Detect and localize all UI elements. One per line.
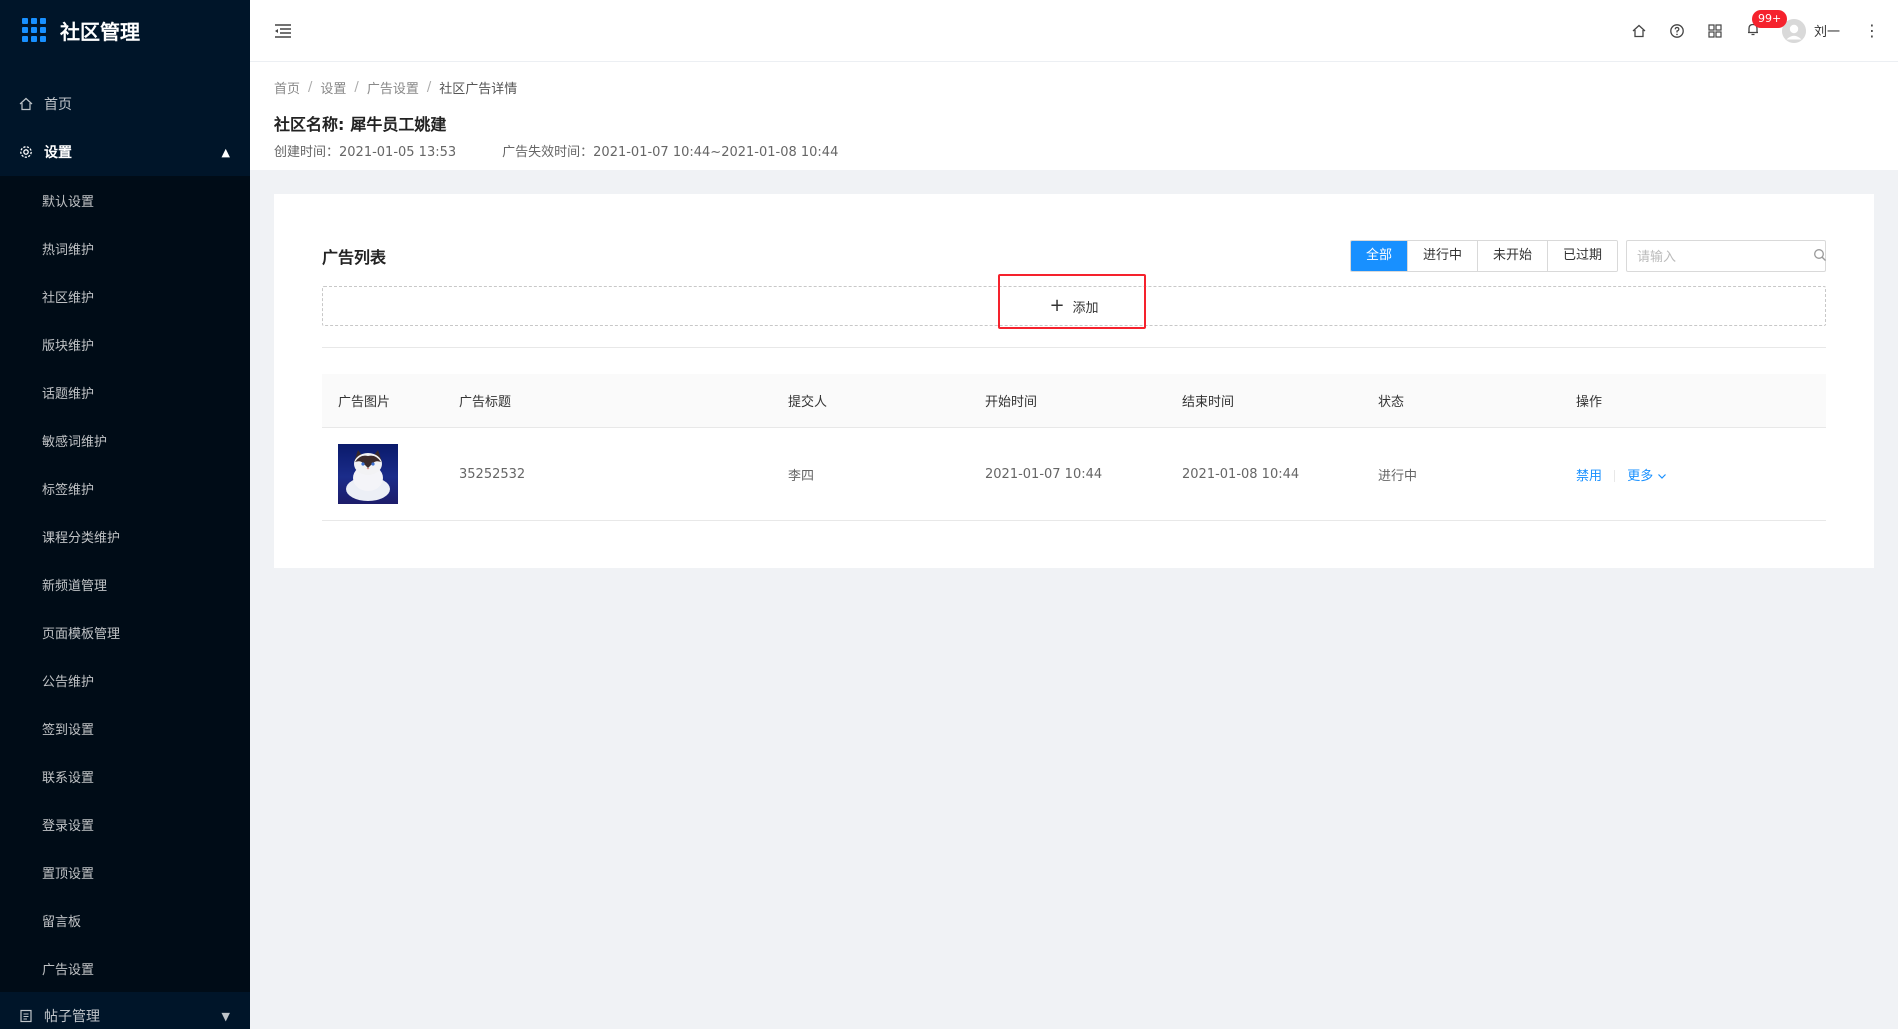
- expire-time: 广告失效时间：2021-01-07 10:44~2021-01-08 10:44: [502, 145, 839, 160]
- sidebar-subitem-board[interactable]: 版块维护: [0, 320, 250, 368]
- status-cell: 进行中: [1378, 468, 1418, 484]
- end-time-cell: 2021-01-08 10:44: [1182, 466, 1300, 482]
- ad-image-cell: [322, 444, 443, 504]
- submitter-cell: 李四: [788, 468, 815, 484]
- sidebar-item-settings[interactable]: 设置 ▲: [0, 128, 250, 176]
- column-header-submitter: 提交人: [788, 395, 828, 410]
- sidebar-subitem-login[interactable]: 登录设置: [0, 800, 250, 848]
- sidebar-subitem-community[interactable]: 社区维护: [0, 272, 250, 320]
- table-row: 35252532 李四 2021-01-07 10:44 2021-01-08 …: [322, 428, 1826, 521]
- sidebar-item-posts[interactable]: 帖子管理 ▼: [0, 992, 250, 1029]
- ad-list-card: 广告列表 全部 进行中 未开始 已过期 + 添加 广告图片 广告标题 提交人: [274, 194, 1874, 568]
- breadcrumb-separator: /: [354, 80, 359, 95]
- card-title: 广告列表: [322, 248, 387, 267]
- logo[interactable]: 社区管理: [0, 0, 250, 60]
- sidebar-subitem-contact[interactable]: 联系设置: [0, 752, 250, 800]
- breadcrumb: 首页 / 设置 / 广告设置 / 社区广告详情: [274, 78, 1874, 97]
- filter-in-progress[interactable]: 进行中: [1406, 241, 1477, 271]
- actions-cell: 禁用 更多: [1560, 465, 1826, 484]
- home-icon: [18, 96, 34, 112]
- column-header-end: 结束时间: [1182, 395, 1235, 410]
- filters: 全部 进行中 未开始 已过期: [1349, 240, 1826, 272]
- breadcrumb-ad-settings[interactable]: 广告设置: [367, 78, 419, 97]
- home-icon[interactable]: [1620, 12, 1658, 50]
- page-title-label: 社区名称:: [274, 115, 345, 134]
- page-title-value: 犀牛员工姚建: [350, 115, 447, 134]
- cat-image: [346, 450, 390, 501]
- more-vertical-icon[interactable]: ⋮: [1860, 21, 1884, 40]
- column-header-start: 开始时间: [985, 395, 1038, 410]
- filter-not-started[interactable]: 未开始: [1476, 241, 1547, 271]
- breadcrumb-current: 社区广告详情: [439, 82, 518, 97]
- column-header-image: 广告图片: [338, 395, 391, 410]
- page-title: 社区名称: 犀牛员工姚建: [274, 111, 1874, 135]
- sidebar-item-label: 帖子管理: [44, 1009, 100, 1025]
- ad-thumbnail[interactable]: [338, 444, 398, 504]
- created-time: 创建时间：2021-01-05 13:53: [274, 145, 457, 160]
- column-header-status: 状态: [1378, 395, 1405, 410]
- search-icon[interactable]: [1813, 247, 1827, 266]
- sidebar: 社区管理 首页 设置 ▲ 默认设置 热词维护 社区维护 版块维护 话题维护 敏感…: [0, 0, 250, 1029]
- apps-icon[interactable]: [1696, 12, 1734, 50]
- sidebar-subitem-announcement[interactable]: 公告维护: [0, 656, 250, 704]
- more-dropdown[interactable]: 更多: [1627, 469, 1667, 484]
- sidebar-subitem-topic[interactable]: 话题维护: [0, 368, 250, 416]
- sidebar-subitem-ad-settings[interactable]: 广告设置: [0, 944, 250, 992]
- divider: [322, 347, 1826, 348]
- user-name: 刘一: [1813, 25, 1840, 40]
- breadcrumb-separator: /: [308, 80, 313, 95]
- more-link-label: 更多: [1627, 468, 1654, 484]
- sidebar-subitem-course-category[interactable]: 课程分类维护: [0, 512, 250, 560]
- sidebar-subitem-sensitive-words[interactable]: 敏感词维护: [0, 416, 250, 464]
- gear-icon: [18, 144, 34, 160]
- notification-bell[interactable]: 99+: [1734, 9, 1788, 50]
- breadcrumb-separator: /: [426, 80, 432, 95]
- top-header: 99+ 刘一 ⋮: [250, 0, 1898, 62]
- chevron-down-icon: ▼: [221, 1009, 230, 1023]
- header-actions: 99+ 刘一 ⋮: [1620, 0, 1898, 62]
- sidebar-subitem-new-channel[interactable]: 新频道管理: [0, 560, 250, 608]
- chevron-up-icon: ▲: [221, 145, 230, 159]
- filter-all[interactable]: 全部: [1350, 241, 1407, 271]
- ad-table: 广告图片 广告标题 提交人 开始时间 结束时间 状态 操作 35252532 李…: [322, 374, 1826, 521]
- column-header-title: 广告标题: [459, 395, 512, 410]
- page-meta: 创建时间：2021-01-05 13:53 广告失效时间：2021-01-07 …: [274, 141, 1874, 160]
- app-title: 社区管理: [60, 19, 140, 44]
- disable-link[interactable]: 禁用: [1576, 469, 1602, 484]
- column-header-actions: 操作: [1576, 395, 1603, 410]
- sidebar-subitem-pin-top[interactable]: 置顶设置: [0, 848, 250, 896]
- menu-fold-icon[interactable]: [274, 21, 294, 41]
- sidebar-subitem-tags[interactable]: 标签维护: [0, 464, 250, 512]
- sidebar-subitem-page-template[interactable]: 页面模板管理: [0, 608, 250, 656]
- sidebar-subitem-checkin[interactable]: 签到设置: [0, 704, 250, 752]
- sidebar-item-label: 设置: [44, 145, 72, 161]
- breadcrumb-home[interactable]: 首页: [274, 78, 300, 97]
- sidebar-item-label: 首页: [44, 97, 72, 113]
- search-input[interactable]: [1637, 248, 1813, 264]
- sidebar-item-home[interactable]: 首页: [0, 80, 250, 128]
- help-icon[interactable]: [1658, 12, 1696, 50]
- sidebar-subitem-default-settings[interactable]: 默认设置: [0, 176, 250, 224]
- action-divider: [1614, 470, 1616, 482]
- search-box: [1626, 240, 1826, 272]
- status-filter-group: 全部 进行中 未开始 已过期: [1349, 240, 1618, 272]
- document-icon: [18, 1008, 34, 1024]
- chevron-down-icon: [1657, 469, 1667, 484]
- sidebar-subitem-hot-words[interactable]: 热词维护: [0, 224, 250, 272]
- breadcrumb-settings[interactable]: 设置: [320, 78, 346, 97]
- user-menu[interactable]: 刘一: [1781, 18, 1840, 43]
- start-time-cell: 2021-01-07 10:44: [985, 466, 1103, 482]
- table-header: 广告图片 广告标题 提交人 开始时间 结束时间 状态 操作: [322, 374, 1826, 428]
- sidebar-subitem-message-board[interactable]: 留言板: [0, 896, 250, 944]
- page-header: 首页 / 设置 / 广告设置 / 社区广告详情 社区名称: 犀牛员工姚建 创建时间…: [250, 62, 1898, 170]
- apps-grid-icon: [22, 18, 46, 42]
- sidebar-menu: 首页 设置 ▲ 默认设置 热词维护 社区维护 版块维护 话题维护 敏感词维护 标…: [0, 80, 250, 1029]
- card-header: 广告列表 全部 进行中 未开始 已过期: [322, 240, 1826, 272]
- notification-badge: 99+: [1751, 9, 1788, 28]
- highlight-box: [998, 274, 1146, 329]
- filter-expired[interactable]: 已过期: [1546, 241, 1617, 271]
- ad-title-cell: 35252532: [459, 466, 526, 482]
- settings-submenu: 默认设置 热词维护 社区维护 版块维护 话题维护 敏感词维护 标签维护 课程分类…: [0, 176, 250, 992]
